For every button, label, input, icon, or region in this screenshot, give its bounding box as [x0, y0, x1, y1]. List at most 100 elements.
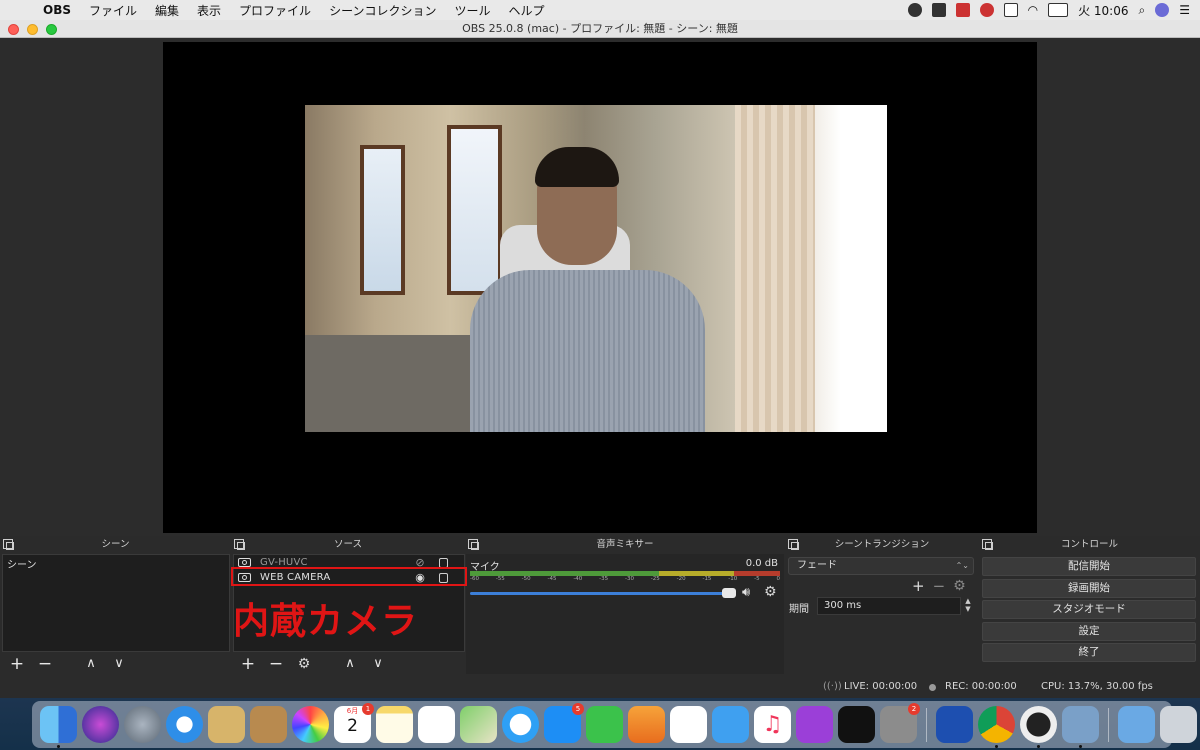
contacts-icon[interactable] — [250, 706, 287, 743]
lock-icon[interactable] — [439, 557, 448, 568]
tv-icon[interactable] — [838, 706, 875, 743]
menu-clock[interactable]: 火 10:06 — [1078, 2, 1128, 19]
menu-edit[interactable]: 編集 — [146, 2, 188, 19]
source-down-button[interactable]: ∨ — [369, 655, 387, 673]
menu-profile[interactable]: プロファイル — [230, 2, 320, 19]
maps-icon[interactable] — [460, 706, 497, 743]
add-scene-button[interactable]: + — [8, 655, 26, 673]
remove-transition-button[interactable]: − — [933, 577, 946, 595]
spotlight-icon[interactable]: ⌕ — [1139, 3, 1146, 18]
speaker-icon[interactable]: 🔊︎ — [742, 585, 750, 600]
start-streaming-button[interactable]: 配信開始 — [982, 557, 1196, 576]
calendar-day: 2 — [347, 716, 358, 736]
start-recording-button[interactable]: 録画開始 — [982, 579, 1196, 598]
facetime-icon[interactable] — [586, 706, 623, 743]
scene-item[interactable]: シーン — [3, 555, 229, 571]
reminders-icon[interactable] — [418, 706, 455, 743]
transition-gear-icon[interactable]: ⚙ — [953, 578, 966, 594]
obs-tray-icon[interactable] — [907, 3, 922, 17]
duration-stepper[interactable]: ▲ ▼ — [962, 597, 974, 615]
source-up-button[interactable]: ∧ — [341, 655, 359, 673]
scenes-list[interactable]: シーン — [2, 554, 230, 652]
numbers-icon[interactable] — [670, 706, 707, 743]
music-icon[interactable]: ♫ — [754, 706, 791, 743]
mixer-channel: マイク 0.0 dB -60 -55 -50 -45 -40 -35 -30 -25 -20 -1… — [466, 554, 784, 674]
launchpad-icon[interactable] — [124, 706, 161, 743]
add-transition-button[interactable]: + — [912, 577, 925, 595]
menu-view[interactable]: 表示 — [188, 2, 230, 19]
controls-panel-title: コントロール — [979, 536, 1200, 554]
annotation-highlight-box — [231, 567, 467, 586]
undock-icon[interactable] — [3, 539, 14, 550]
controls-title-text: コントロール — [1060, 539, 1118, 550]
chevron-updown-icon: ⌃⌄ — [955, 561, 969, 570]
wifi-icon[interactable]: ◠ — [1028, 3, 1038, 17]
menu-app-name[interactable]: OBS — [34, 3, 80, 17]
scenes-title-text: シーン — [101, 539, 130, 550]
menu-tools[interactable]: ツール — [445, 2, 499, 19]
minimize-window-button[interactable] — [27, 24, 38, 35]
messages-icon[interactable] — [502, 706, 539, 743]
siri-tray-icon[interactable] — [1155, 3, 1170, 17]
battery-icon[interactable] — [1048, 3, 1069, 17]
remove-source-button[interactable]: − — [267, 655, 285, 673]
duration-input[interactable]: 300 ms — [817, 597, 961, 615]
undock-icon[interactable] — [788, 539, 799, 550]
mixer-db-value: 0.0 dB — [745, 558, 778, 569]
add-source-button[interactable]: + — [239, 655, 257, 673]
scenes-panel: シーン シーン + − ∧ ∨ — [0, 536, 231, 674]
pages-icon[interactable] — [712, 706, 749, 743]
keynote-icon[interactable] — [628, 706, 665, 743]
dock-separator — [926, 707, 927, 742]
volume-slider-handle[interactable] — [722, 588, 736, 598]
transitions-title-text: シーントランジション — [834, 539, 930, 550]
finder-icon[interactable] — [40, 706, 77, 748]
scene-up-button[interactable]: ∧ — [82, 655, 100, 673]
calendar-icon[interactable]: 6月 2 1 — [334, 703, 374, 743]
folder-icon[interactable] — [1118, 706, 1155, 743]
remove-scene-button[interactable]: − — [36, 655, 54, 673]
red-tray-icon[interactable] — [979, 3, 994, 17]
chrome-icon[interactable] — [978, 706, 1015, 748]
close-window-button[interactable] — [8, 24, 19, 35]
mac-menu-bar: OBS ファイル 編集 表示 プロファイル シーンコレクション ツール ヘルプ … — [0, 0, 1200, 20]
status-tray-icon[interactable] — [931, 3, 946, 17]
video-window-left — [360, 145, 405, 295]
volume-slider-track[interactable] — [470, 592, 728, 595]
wd-tray-icon[interactable] — [955, 3, 970, 17]
transition-selected: フェード — [797, 560, 837, 571]
menu-scene-collection[interactable]: シーンコレクション — [320, 2, 445, 19]
siri-icon[interactable] — [82, 706, 119, 743]
undock-icon[interactable] — [234, 539, 245, 550]
safari-icon[interactable] — [166, 706, 203, 743]
transitions-panel-title: シーントランジション — [785, 536, 979, 554]
source-properties-gear-icon[interactable]: ⚙ — [295, 655, 313, 673]
studio-mode-button[interactable]: スタジオモード — [982, 600, 1196, 619]
preview-icon[interactable] — [1062, 706, 1099, 748]
wd-icon[interactable] — [936, 706, 973, 743]
menu-file[interactable]: ファイル — [80, 2, 146, 19]
appstore-icon[interactable]: 5 — [544, 703, 584, 743]
undock-icon[interactable] — [468, 539, 479, 550]
fullscreen-window-button[interactable] — [46, 24, 57, 35]
undock-icon[interactable] — [982, 539, 993, 550]
mixer-gear-icon[interactable]: ⚙ — [764, 584, 777, 600]
podcasts-icon[interactable] — [796, 706, 833, 743]
prefs-icon[interactable]: 2 — [880, 703, 920, 743]
menu-help[interactable]: ヘルプ — [499, 2, 553, 19]
window-title-bar: OBS 25.0.8 (mac) - プロファイル: 無題 - シーン: 無題 — [0, 20, 1200, 38]
webcam-video-frame[interactable] — [305, 105, 887, 432]
obs-icon[interactable] — [1020, 706, 1057, 748]
photos-icon[interactable] — [292, 706, 329, 743]
trash-icon[interactable] — [1160, 706, 1197, 743]
notification-center-icon[interactable]: ☰ — [1179, 3, 1190, 17]
scene-down-button[interactable]: ∨ — [110, 655, 128, 673]
settings-button[interactable]: 設定 — [982, 622, 1196, 641]
mail-icon[interactable] — [208, 706, 245, 743]
input-source-icon[interactable] — [1003, 3, 1018, 17]
exit-button[interactable]: 終了 — [982, 643, 1196, 662]
transition-select[interactable]: フェード ⌃⌄ — [788, 557, 974, 575]
notes-icon[interactable] — [376, 706, 413, 743]
video-curtain — [735, 105, 815, 432]
preview-canvas[interactable] — [163, 42, 1037, 533]
